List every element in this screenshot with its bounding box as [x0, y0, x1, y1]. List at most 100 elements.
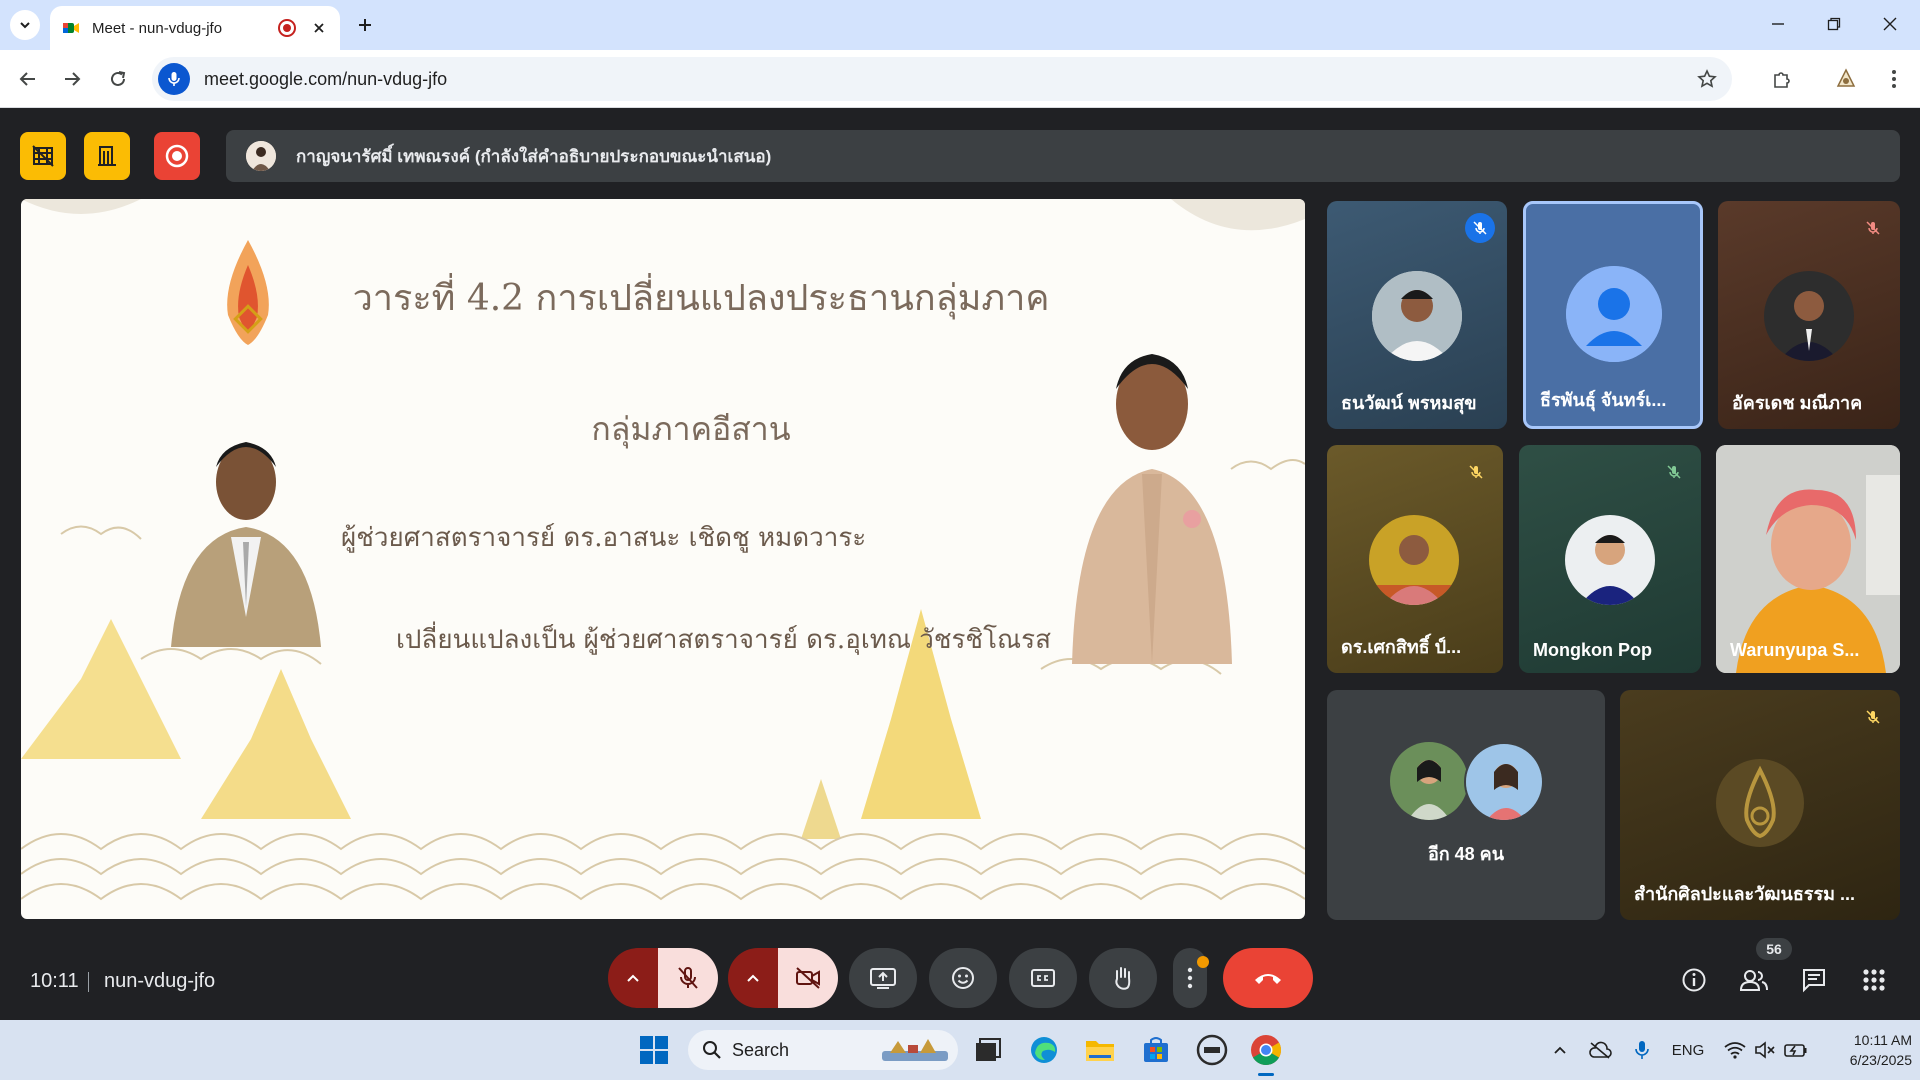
host-controls-button[interactable] [20, 132, 66, 180]
chat-icon [1803, 969, 1825, 993]
close-window-button[interactable] [1870, 8, 1910, 40]
people-button[interactable] [1734, 960, 1774, 1000]
back-button[interactable] [12, 63, 44, 95]
address-bar[interactable]: meet.google.com/nun-vdug-jfo [152, 57, 1732, 101]
closed-caption-icon [1031, 969, 1055, 987]
new-tab-button[interactable] [352, 12, 378, 38]
reload-button[interactable] [102, 63, 134, 95]
org-logo-icon [1715, 758, 1805, 848]
chevron-up-icon [1554, 1046, 1566, 1054]
tab-meet[interactable]: Meet - nun-vdug-jfo [50, 6, 340, 50]
slide-group-heading: กลุ่มภาคอีสาน [591, 410, 791, 448]
call-end-icon [1255, 974, 1281, 984]
activities-apps-button[interactable] [1854, 960, 1894, 1000]
camera-toggle-button[interactable] [778, 948, 838, 1008]
restore-icon [1827, 17, 1841, 31]
audio-options-button[interactable] [608, 948, 658, 1008]
call-controls-bar: 10:11 nun-vdug-jfo 56 [0, 930, 1920, 1020]
microphone-tray-button[interactable] [1630, 1038, 1654, 1062]
taskbar-clock[interactable]: 10:11 AM 6/23/2025 [1822, 1030, 1912, 1070]
taskbar-search[interactable]: Search [688, 1030, 958, 1070]
url-text[interactable]: meet.google.com/nun-vdug-jfo [204, 69, 1692, 90]
participant-tile-3[interactable]: อัครเดช มณีภาค [1718, 201, 1900, 429]
close-tab-icon[interactable] [310, 19, 328, 37]
battery-tray-button[interactable] [1782, 1038, 1810, 1062]
volume-tray-button[interactable] [1752, 1038, 1778, 1062]
info-icon [1682, 968, 1706, 992]
edge-icon [1031, 1037, 1057, 1063]
chrome-icon [1251, 1035, 1282, 1066]
minimize-icon [1772, 23, 1784, 25]
participant-tile-1[interactable]: ธนวัฒน์ พรหมสุข [1327, 201, 1507, 429]
chrome-app-button[interactable] [1246, 1030, 1286, 1076]
activities-button[interactable] [84, 132, 130, 180]
participant-tile-5[interactable]: Mongkon Pop [1519, 445, 1701, 673]
reload-icon [111, 71, 126, 86]
avatar [1372, 271, 1462, 361]
microsoft-store-button[interactable] [1136, 1030, 1176, 1070]
videocam-off-icon [796, 967, 820, 989]
participant-name: ดร.เศกสิทธิ์ ป์... [1341, 637, 1462, 657]
onedrive-tray-button[interactable] [1586, 1038, 1614, 1062]
bookmark-star-icon[interactable] [1692, 64, 1722, 94]
close-icon [1883, 17, 1897, 31]
restore-window-button[interactable] [1814, 8, 1854, 40]
active-app-indicator [1258, 1073, 1274, 1076]
reactions-button[interactable] [929, 948, 997, 1008]
slide-old-chair-text: ผู้ช่วยศาสตราจารย์ ดร.อาสนะ เชิดชู หมดวา… [341, 523, 867, 553]
browser-toolbar: meet.google.com/nun-vdug-jfo [0, 50, 1920, 108]
recording-button[interactable] [154, 132, 200, 180]
task-view-button[interactable] [968, 1030, 1008, 1070]
participant-tile-2[interactable]: ธีรพันธุ์ จันทร์เ... [1523, 201, 1703, 429]
arrow-right-icon [65, 72, 81, 86]
leave-call-button[interactable] [1223, 948, 1313, 1008]
start-button[interactable] [634, 1030, 674, 1070]
clock-time: 10:11 AM [1853, 1032, 1912, 1048]
avatar-placeholder-icon [1566, 266, 1662, 362]
meeting-details-button[interactable] [1674, 960, 1714, 1000]
tab-search-button[interactable] [10, 10, 40, 40]
present-screen-button[interactable] [849, 948, 917, 1008]
wifi-tray-button[interactable] [1722, 1038, 1748, 1062]
forward-button[interactable] [56, 63, 88, 95]
dell-app-button[interactable] [1192, 1030, 1232, 1070]
more-options-button[interactable] [1173, 948, 1209, 1008]
avatar [1764, 271, 1854, 361]
volume-muted-icon [1755, 1041, 1775, 1059]
plus-icon [359, 19, 371, 31]
meet-favicon-icon [62, 19, 80, 37]
extensions-button[interactable] [1766, 63, 1798, 95]
mic-off-icon [678, 967, 698, 989]
avatar [1390, 742, 1468, 820]
others-tile[interactable]: อีก 48 คน [1327, 690, 1605, 920]
participant-tile-4[interactable]: ดร.เศกสิทธิ์ ป์... [1327, 445, 1503, 673]
avatar [1464, 742, 1544, 822]
mic-off-icon [1465, 213, 1495, 243]
participant-name: ธนวัฒน์ พรหมสุข [1341, 393, 1477, 413]
browser-menu-button[interactable] [1878, 63, 1910, 95]
tab-title: Meet - nun-vdug-jfo [92, 19, 223, 37]
edge-app-button[interactable] [1024, 1030, 1064, 1070]
film-off-icon [32, 145, 54, 167]
puzzle-icon [1774, 72, 1790, 88]
show-hidden-icons-button[interactable] [1548, 1038, 1572, 1062]
raise-hand-button[interactable] [1089, 948, 1157, 1008]
microphone-in-use-icon[interactable] [158, 63, 190, 95]
microphone-toggle-button[interactable] [658, 948, 718, 1008]
file-explorer-button[interactable] [1080, 1030, 1120, 1070]
minimize-window-button[interactable] [1758, 8, 1798, 40]
avatar [1565, 515, 1655, 605]
new-chair-photo [1072, 354, 1232, 664]
chevron-up-icon [627, 974, 639, 982]
participant-tile-6[interactable]: Warunyupa S... [1716, 445, 1900, 673]
chat-button[interactable] [1794, 960, 1834, 1000]
input-language-indicator[interactable]: ENG [1668, 1038, 1708, 1062]
participant-name: Warunyupa S... [1730, 640, 1860, 660]
participant-tile-8[interactable]: สำนักศิลปะและวัฒนธรรม ... [1620, 690, 1900, 920]
windows-taskbar: Search ENG 10:11 AM 6/23/2025 [0, 1020, 1920, 1080]
recording-indicator-icon [278, 19, 296, 37]
hand-icon [1115, 967, 1131, 990]
profile-extension-button[interactable] [1830, 63, 1862, 95]
video-options-button[interactable] [728, 948, 778, 1008]
captions-button[interactable] [1009, 948, 1077, 1008]
